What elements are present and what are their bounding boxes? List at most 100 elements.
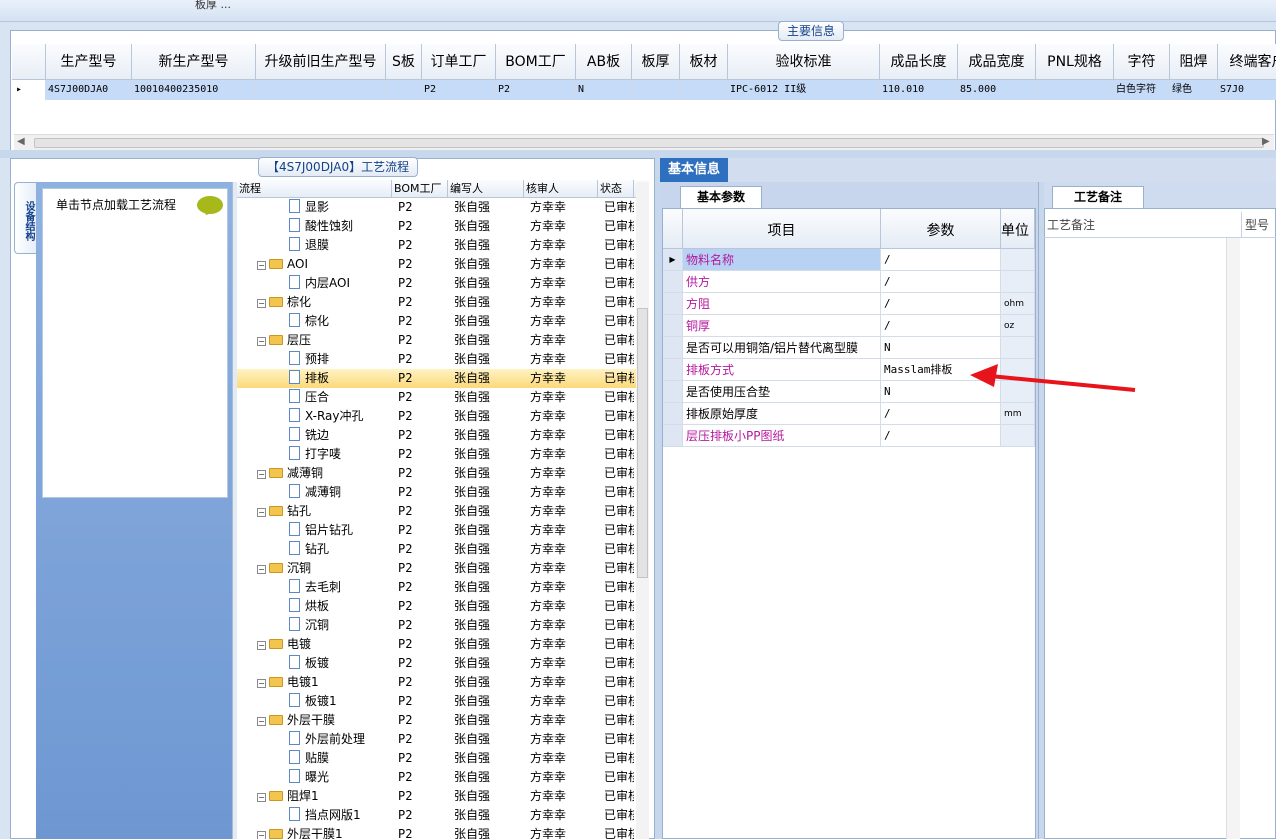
param-row[interactable]: ▶ 物料名称 / [663,249,1035,271]
tree-row[interactable]: 贴膜 P2 张自强 方幸幸 已审核 [237,749,649,768]
tree-node-cell[interactable]: 板镀 [237,654,392,673]
tab-basic-params[interactable]: 基本参数 [680,186,762,208]
tree-row[interactable]: 打字唛 P2 张自强 方幸幸 已审核 [237,445,649,464]
tree-node-cell[interactable]: 烘板 [237,597,392,616]
param-col-header[interactable]: 单位 [1001,209,1035,249]
tree-row[interactable]: 外层前处理 P2 张自强 方幸幸 已审核 [237,730,649,749]
tree-col-header[interactable]: 核审人 [524,180,598,198]
tree-node-cell[interactable]: 排板 [237,369,392,388]
side-tab-equipment[interactable]: 设备结构 [14,182,36,254]
main-col-header[interactable]: S板 [386,44,422,80]
main-cell[interactable]: 4S7J00DJA0 [46,80,132,100]
collapse-icon[interactable]: − [257,565,266,574]
tree-row[interactable]: 曝光 P2 张自强 方幸幸 已审核 [237,768,649,787]
tree-node-cell[interactable]: 曝光 [237,768,392,787]
tree-row[interactable]: 棕化 P2 张自强 方幸幸 已审核 [237,312,649,331]
tree-row[interactable]: 酸性蚀刻 P2 张自强 方幸幸 已审核 [237,217,649,236]
collapse-icon[interactable]: − [257,337,266,346]
main-cell[interactable]: P2 [496,80,576,100]
param-value-cell[interactable]: / [881,403,1001,425]
tree-node-cell[interactable]: − 外层干膜1 [237,825,392,839]
tree-row[interactable]: 去毛刺 P2 张自强 方幸幸 已审核 [237,578,649,597]
collapse-icon[interactable]: − [257,641,266,650]
param-row[interactable]: 排板原始厚度 / mm [663,403,1035,425]
tree-node-cell[interactable]: 挡点网版1 [237,806,392,825]
param-row[interactable]: 是否可以用铜箔/铝片替代离型膜 N [663,337,1035,359]
param-value-cell[interactable]: / [881,293,1001,315]
main-col-header[interactable]: 阻焊 [1170,44,1218,80]
main-cell[interactable]: 85.000 [958,80,1036,100]
main-col-header[interactable]: 成品长度 [880,44,958,80]
main-cell[interactable]: 绿色 [1170,80,1218,100]
tree-row[interactable]: − 钻孔 P2 张自强 方幸幸 已审核 [237,502,649,521]
tree-row[interactable]: − 减薄铜 P2 张自强 方幸幸 已审核 [237,464,649,483]
main-cell[interactable]: P2 [422,80,496,100]
param-value-cell[interactable]: N [881,337,1001,359]
tree-row[interactable]: 板镀 P2 张自强 方幸幸 已审核 [237,654,649,673]
tree-node-cell[interactable]: 去毛刺 [237,578,392,597]
main-cell[interactable]: 白色字符 [1114,80,1170,100]
tree-row[interactable]: − 沉铜 P2 张自强 方幸幸 已审核 [237,559,649,578]
tree-node-cell[interactable]: − 钻孔 [237,502,392,521]
main-cell[interactable] [1036,80,1114,100]
horizontal-splitter[interactable] [0,150,1276,158]
tree-row[interactable]: − 阻焊1 P2 张自强 方幸幸 已审核 [237,787,649,806]
collapse-icon[interactable]: − [257,717,266,726]
process-tree-vscrollbar[interactable] [636,182,649,839]
tree-node-cell[interactable]: − 棕化 [237,293,392,312]
tree-row[interactable]: 排板 P2 张自强 方幸幸 已审核 [237,369,649,388]
main-col-header[interactable]: 升级前旧生产型号 [256,44,386,80]
main-col-header[interactable]: PNL规格 [1036,44,1114,80]
main-cell[interactable]: IPC-6012 II级 [728,80,880,100]
tree-node-cell[interactable]: 板镀1 [237,692,392,711]
tree-node-cell[interactable]: − 减薄铜 [237,464,392,483]
main-col-header[interactable]: 验收标准 [728,44,880,80]
main-col-header[interactable]: 新生产型号 [132,44,256,80]
main-col-header[interactable]: 生产型号 [46,44,132,80]
tree-node-cell[interactable]: 钻孔 [237,540,392,559]
main-cell[interactable] [680,80,728,100]
tab-basic-info[interactable]: 基本信息 [660,158,728,182]
tree-col-header[interactable]: BOM工厂 [392,180,448,198]
main-col-header[interactable]: 字符 [1114,44,1170,80]
collapse-icon[interactable]: − [257,793,266,802]
collapse-icon[interactable]: − [257,261,266,270]
vscroll-thumb[interactable] [637,308,648,578]
tree-row[interactable]: − 外层干膜1 P2 张自强 方幸幸 已审核 [237,825,649,839]
collapse-icon[interactable]: − [257,470,266,479]
tree-col-header[interactable]: 状态 [598,180,634,198]
main-cell[interactable] [256,80,386,100]
tree-node-cell[interactable]: − 外层干膜 [237,711,392,730]
tree-node-cell[interactable]: 退膜 [237,236,392,255]
tree-node-cell[interactable]: 内层AOI [237,274,392,293]
param-value-cell[interactable]: / [881,271,1001,293]
tree-node-cell[interactable]: 酸性蚀刻 [237,217,392,236]
main-col-header[interactable]: 板厚 [632,44,680,80]
tree-row[interactable]: 烘板 P2 张自强 方幸幸 已审核 [237,597,649,616]
tree-row[interactable]: 钻孔 P2 张自强 方幸幸 已审核 [237,540,649,559]
main-col-header[interactable]: 订单工厂 [422,44,496,80]
main-cell[interactable] [386,80,422,100]
collapse-icon[interactable]: − [257,679,266,688]
main-cell[interactable]: N [576,80,632,100]
notes-vscrollbar[interactable] [1226,238,1240,839]
tree-row[interactable]: 压合 P2 张自强 方幸幸 已审核 [237,388,649,407]
param-row[interactable]: 供方 / [663,271,1035,293]
tree-node-cell[interactable]: 打字唛 [237,445,392,464]
tree-node-cell[interactable]: 预排 [237,350,392,369]
param-col-header[interactable]: 项目 [683,209,881,249]
tree-row[interactable]: 退膜 P2 张自强 方幸幸 已审核 [237,236,649,255]
main-col-header[interactable]: 终端客户代码 [1218,44,1276,80]
tree-row[interactable]: 铝片钻孔 P2 张自强 方幸幸 已审核 [237,521,649,540]
tree-node-cell[interactable]: − 电镀1 [237,673,392,692]
tree-node-cell[interactable]: 铝片钻孔 [237,521,392,540]
tree-node-cell[interactable]: 棕化 [237,312,392,331]
param-value-cell[interactable]: / [881,249,1001,271]
tree-row[interactable]: − 电镀1 P2 张自强 方幸幸 已审核 [237,673,649,692]
param-row[interactable]: 方阻 / ohm [663,293,1035,315]
tree-row[interactable]: 板镀1 P2 张自强 方幸幸 已审核 [237,692,649,711]
main-info-data-row[interactable]: ▸ 4S7J00DJA0 10010400235010 P2 P2 N IPC-6012 I… [12,80,1276,100]
tree-node-cell[interactable]: 铣边 [237,426,392,445]
tab-process-notes[interactable]: 工艺备注 [1052,186,1144,208]
tree-row[interactable]: − 电镀 P2 张自强 方幸幸 已审核 [237,635,649,654]
